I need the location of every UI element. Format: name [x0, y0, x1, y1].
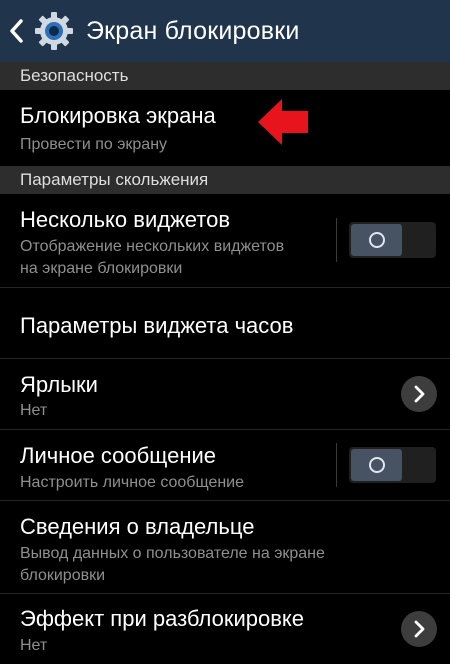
shortcuts-chevron-button[interactable] [401, 376, 437, 412]
red-arrow-icon [258, 99, 308, 145]
owner-info-item[interactable]: Сведения о владельце Вывод данных о поль… [0, 501, 450, 593]
divider-vertical [336, 218, 337, 262]
personal-message-toggle[interactable] [349, 447, 436, 483]
page-title: Экран блокировки [86, 16, 300, 45]
shortcuts-title: Ярлыки [20, 372, 98, 397]
unlock-effect-title: Эффект при разблокировке [20, 606, 305, 631]
shortcuts-item[interactable]: Ярлыки Нет [0, 359, 450, 429]
owner-info-title: Сведения о владельце [20, 514, 255, 539]
multiple-widgets-subtitle-line1: Отображение нескольких виджетов [20, 238, 285, 255]
section-header-security: Безопасность [0, 62, 450, 90]
section-header-swipe-options: Параметры скольжения [0, 166, 450, 194]
back-button[interactable] [0, 0, 34, 62]
shortcuts-subtitle: Нет [20, 402, 48, 419]
personal-message-title: Личное сообщение [20, 443, 217, 468]
gear-icon [34, 11, 74, 51]
clock-widget-options-item[interactable]: Параметры виджета часов [0, 288, 450, 358]
unlock-effect-subtitle: Нет [20, 637, 48, 654]
multiple-widgets-toggle[interactable] [349, 222, 436, 258]
personal-message-item[interactable]: Личное сообщение Настроить личное сообще… [0, 430, 450, 500]
chevron-right-icon [414, 620, 425, 638]
owner-info-subtitle-line1: Вывод данных о пользователе на экране [20, 545, 325, 562]
toggle-off-icon [368, 457, 385, 473]
toggle-thumb [351, 224, 402, 256]
personal-message-subtitle: Настроить личное сообщение [20, 474, 245, 491]
toggle-off-icon [368, 232, 385, 248]
divider-vertical [336, 443, 337, 487]
multiple-widgets-subtitle-line2: на экране блокировки [20, 260, 183, 277]
screen-lock-item[interactable]: Блокировка экрана Провести по экрану [0, 90, 450, 164]
unlock-effect-item[interactable]: Эффект при разблокировке Нет [0, 594, 450, 664]
toggle-thumb [351, 449, 402, 481]
multiple-widgets-item[interactable]: Несколько виджетов Отображение нескольки… [0, 194, 450, 286]
action-bar: Экран блокировки [0, 0, 450, 62]
unlock-effect-chevron-button[interactable] [401, 611, 437, 647]
clock-widget-options-title: Параметры виджета часов [20, 313, 294, 338]
multiple-widgets-title: Несколько виджетов [20, 207, 231, 232]
screen-lock-title: Блокировка экрана [20, 103, 216, 128]
screen-lock-subtitle: Провести по экрану [20, 136, 168, 153]
owner-info-subtitle-line2: блокировки [20, 567, 106, 584]
chevron-right-icon [414, 385, 425, 403]
chevron-left-icon [10, 19, 23, 43]
